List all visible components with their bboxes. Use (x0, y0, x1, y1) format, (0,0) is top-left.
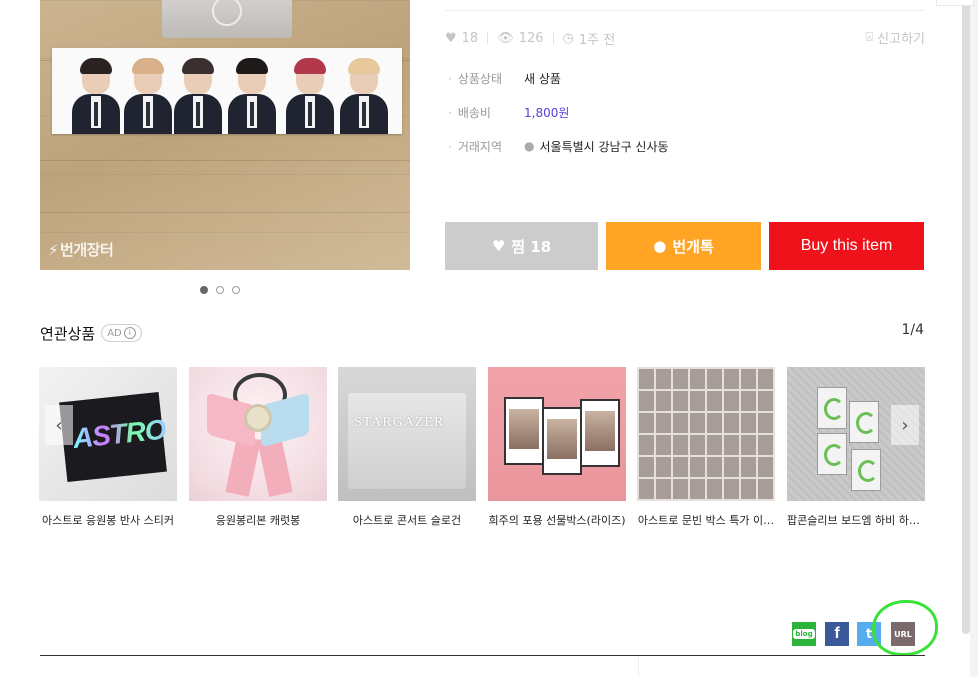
pin-icon: ● (524, 139, 535, 153)
related-item-image[interactable]: ASTRO ‹ (39, 367, 177, 501)
slogan-banner-photo (52, 48, 402, 134)
carousel-dot[interactable] (216, 286, 224, 294)
related-title: 연관상품 (40, 324, 96, 343)
condition-label: 상품상태 (448, 70, 524, 87)
related-item-title[interactable]: 아스트로 문빈 박스 특가 이… (637, 512, 775, 528)
siren-icon: ⍓ (865, 30, 874, 45)
carousel-dot[interactable] (200, 286, 208, 294)
condition-value: 새 상품 (524, 71, 561, 86)
likes-stat: ♥ 18 (445, 30, 479, 46)
related-products-header: 연관상품 AD i (40, 322, 142, 344)
related-item-image[interactable] (189, 367, 327, 501)
corner-widget (936, 0, 974, 6)
related-item-title[interactable]: 아스트로 응원봉 반사 스티커 (39, 512, 177, 528)
clock-icon: ◷ (562, 30, 574, 46)
ad-badge[interactable]: AD i (101, 324, 142, 342)
related-pager: 1/4 (901, 322, 924, 338)
facebook-icon: f (834, 625, 840, 642)
report-link[interactable]: ⍓ 신고하기 (865, 28, 925, 47)
info-icon: i (123, 327, 136, 339)
heart-icon: ♥ (491, 237, 506, 255)
like-button[interactable]: ♥ 찜 18 (445, 222, 598, 270)
location-row: 거래지역 ●서울특별시 강남구 신사동 (448, 136, 918, 156)
time-stat: ◷ 1주 전 (562, 30, 616, 48)
product-main-image[interactable]: ⚡ 번개장터 (40, 0, 410, 270)
related-item-image[interactable]: › (787, 367, 925, 501)
eye-icon: 👁 (497, 30, 514, 46)
related-item-title[interactable]: 팝콘슬리브 보드엠 하비 하드… (787, 512, 925, 528)
blog-icon: blog (793, 629, 815, 639)
chat-bolt-icon: ● (653, 237, 667, 255)
image-watermark: ⚡ 번개장터 (48, 241, 114, 259)
views-stat: 👁 126 (497, 30, 544, 46)
related-item-image[interactable] (488, 367, 626, 501)
carousel-dots[interactable] (200, 286, 250, 298)
prev-arrow-button[interactable]: ‹ (45, 405, 73, 445)
product-stats: ♥ 18 👁 126 ◷ 1주 전 ⍓ 신고하기 (445, 28, 925, 48)
annotation-circle (872, 600, 938, 656)
scrollbar[interactable] (962, 0, 970, 634)
divider (638, 656, 639, 677)
related-item-title[interactable]: 희주의 포용 선물박스(라이즈) (488, 512, 626, 528)
related-item-title[interactable]: 아스트로 콘서트 슬로건 (338, 512, 476, 528)
chevron-right-icon: › (901, 414, 909, 436)
page-edge (970, 0, 978, 677)
shipping-value: 1,800원 (524, 105, 570, 120)
divider (445, 10, 925, 11)
condition-row: 상품상태 새 상품 (448, 68, 918, 88)
location-label: 거래지역 (448, 138, 524, 155)
related-item-title[interactable]: 응원봉리본 캐럿봉 (189, 512, 327, 528)
heart-icon: ♥ (445, 30, 457, 46)
package-in-photo (162, 0, 292, 38)
bolt-icon: ⚡ (48, 241, 59, 259)
divider (40, 655, 925, 656)
next-arrow-button[interactable]: › (891, 405, 919, 445)
share-facebook-button[interactable]: f (825, 622, 849, 646)
share-blog-button[interactable]: blog (792, 622, 816, 646)
location-value: ● 서울특별시 강남구 신사동 (524, 139, 669, 154)
carousel-dot[interactable] (232, 286, 240, 294)
bungae-talk-button[interactable]: ● 번개톡 (606, 222, 761, 270)
shipping-row: 배송비 1,800원 (448, 102, 918, 122)
chevron-left-icon: ‹ (55, 414, 63, 436)
related-item-image[interactable]: STARGAZER (338, 367, 476, 501)
related-item-image[interactable] (637, 367, 775, 501)
shipping-label: 배송비 (448, 104, 524, 121)
buy-button[interactable]: Buy this item (769, 222, 924, 270)
